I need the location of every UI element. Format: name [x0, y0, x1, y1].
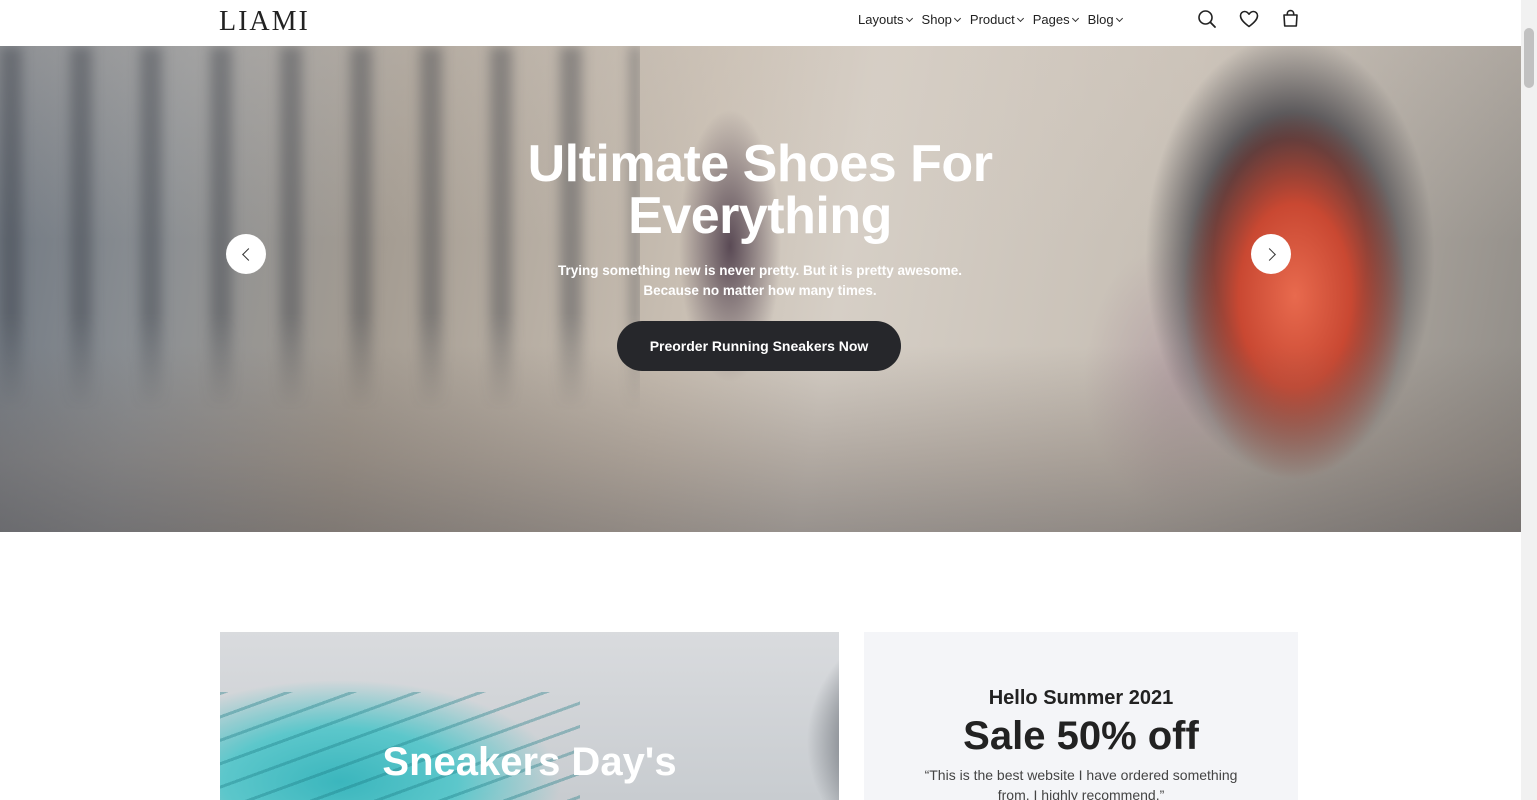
- nav-item-label: Pages: [1032, 12, 1070, 27]
- site-logo[interactable]: LIAMI: [219, 6, 310, 38]
- nav-item-label: Blog: [1087, 12, 1114, 27]
- site-header: LIAMI Layouts Shop Product Pages Blog: [0, 0, 1521, 46]
- chevron-down-icon: [1071, 14, 1079, 22]
- preorder-button[interactable]: Preorder Running Sneakers Now: [617, 321, 901, 371]
- chevron-down-icon: [1016, 14, 1024, 22]
- chevron-down-icon: [953, 14, 961, 22]
- hero-title: Ultimate Shoes For Everything: [460, 138, 1060, 242]
- banner-title: Sneakers Day's: [382, 740, 677, 784]
- hero-title-line-2: Everything: [628, 187, 892, 245]
- shopping-bag-icon[interactable]: [1280, 8, 1301, 29]
- hero-subtitle-line-2: Because no matter how many times.: [643, 283, 877, 298]
- banner-sale-title: Sale 50% off: [963, 714, 1199, 758]
- nav-item-label: Layouts: [858, 12, 904, 27]
- page-scrollbar[interactable]: [1521, 0, 1537, 800]
- summer-sale-banner[interactable]: Hello Summer 2021 Sale 50% off “This is …: [864, 632, 1298, 800]
- main-nav: Layouts Shop Product Pages Blog: [858, 12, 1132, 27]
- banner-subtitle: Hello Summer 2021: [988, 687, 1174, 709]
- slider-prev-button[interactable]: [226, 234, 266, 274]
- nav-item-pages[interactable]: Pages: [1032, 12, 1079, 27]
- banner-quote: “This is the best website I have ordered…: [924, 767, 1238, 800]
- hero-subtitle: Trying something new is never pretty. Bu…: [460, 261, 1060, 301]
- chevron-left-icon: [241, 247, 255, 261]
- chevron-right-icon: [1262, 247, 1276, 261]
- hero-subtitle-line-1: Trying something new is never pretty. Bu…: [557, 263, 963, 278]
- nav-item-layouts[interactable]: Layouts: [858, 12, 913, 27]
- chevron-down-icon: [1115, 14, 1123, 22]
- search-icon[interactable]: [1196, 8, 1217, 29]
- nav-item-product[interactable]: Product: [969, 12, 1024, 27]
- page: LIAMI Layouts Shop Product Pages Blog Ul…: [0, 0, 1537, 800]
- slider-next-button[interactable]: [1251, 234, 1291, 274]
- scrollbar-thumb[interactable]: [1524, 28, 1534, 88]
- nav-item-shop[interactable]: Shop: [921, 12, 961, 27]
- nav-item-label: Shop: [921, 12, 952, 27]
- sneakers-day-banner[interactable]: Sneakers Day's: [220, 632, 839, 800]
- chevron-down-icon: [905, 14, 913, 22]
- heart-icon[interactable]: [1238, 8, 1259, 29]
- hero-slider: Ultimate Shoes For Everything Trying som…: [0, 46, 1521, 532]
- nav-item-label: Product: [969, 12, 1015, 27]
- hero-title-line-1: Ultimate Shoes For: [527, 135, 993, 193]
- header-icons: [1196, 8, 1301, 29]
- nav-item-blog[interactable]: Blog: [1087, 12, 1123, 27]
